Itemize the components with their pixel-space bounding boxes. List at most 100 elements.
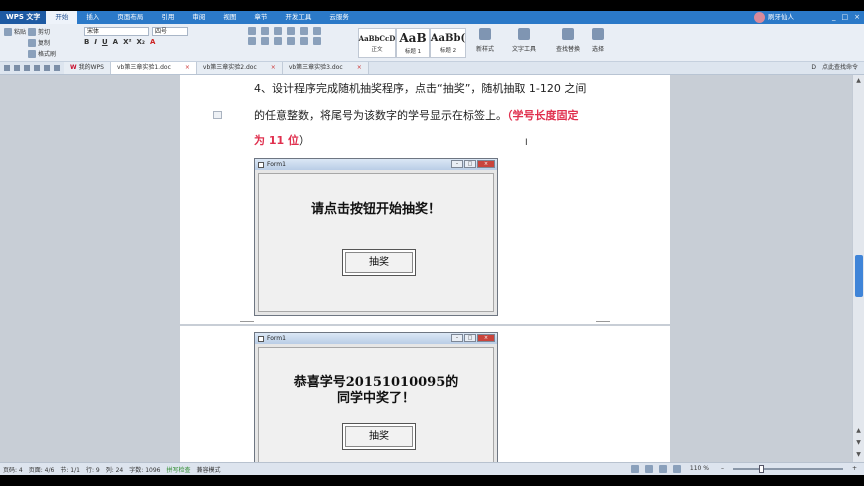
scroll-up-icon[interactable]: ▲ [853,77,864,84]
status-word-count[interactable]: 字数: 1096 [126,465,163,474]
minimize-button[interactable]: _ [832,11,836,24]
close-tab-icon[interactable]: × [185,64,190,71]
document-area[interactable]: 4、设计程序完成随机抽奖程序，点击“抽奖”，随机抽取 1-120 之间 的任意整… [0,75,852,462]
vertical-scrollbar[interactable]: ▲ ▲ ▼ ▼ [852,75,864,462]
form-client-area: 恭喜学号20151010095的 同学中奖了！ 抽奖 [258,347,494,462]
preview-icon[interactable] [34,65,40,71]
bullet-list-icon[interactable] [248,27,256,35]
form-close-icon: × [477,334,495,342]
undo-icon[interactable] [44,65,50,71]
line-spacing-icon[interactable] [300,37,308,45]
form-client-area: 请点击按钮开始抽奖！ 抽奖 [258,173,494,312]
document-page[interactable]: 4、设计程序完成随机抽奖程序，点击“抽奖”，随机抽取 1-120 之间 的任意整… [180,75,670,327]
menu-references[interactable]: 引用 [152,11,183,24]
subscript-button[interactable]: X₂ [137,38,145,46]
show-marks-icon[interactable] [313,27,321,35]
style-heading-1[interactable]: AaB 标题 1 [396,28,430,58]
justify-icon[interactable] [287,37,295,45]
command-search[interactable]: D 点此查找命令 [811,62,858,74]
form-maximize-icon: □ [464,160,476,168]
view-web-icon[interactable] [644,465,653,473]
sort-icon[interactable] [300,27,308,35]
numbered-list-icon[interactable] [261,27,269,35]
superscript-button[interactable]: X² [123,38,131,46]
text-cursor-icon: I [525,138,528,148]
select-button[interactable]: 选择 [592,28,604,53]
document-tab-strip: W 我的WPS vb第三章实验1.doc × vb第三章实验2.doc × vb第三章… [0,62,864,75]
indent-increase-icon[interactable] [287,27,295,35]
menu-home[interactable]: 开始 [46,11,78,24]
zoom-slider-knob[interactable] [758,465,764,473]
prev-page-icon[interactable]: ▲ [853,427,864,434]
close-button[interactable]: × [854,11,860,24]
save-icon[interactable] [14,65,20,71]
copy-icon [28,38,36,47]
form-window-controls: – □ × [451,334,495,342]
document-page[interactable]: Form1 – □ × 恭喜学号20151010095的 同学中奖了！ 抽奖 [180,326,670,462]
tab-doc-2[interactable]: vb第三章实验2.doc × [196,62,283,74]
view-outline-icon[interactable] [658,465,667,473]
view-page-icon[interactable] [630,465,639,473]
status-pages[interactable]: 页面: 4/6 [26,465,58,474]
cut-button[interactable]: 剪切 [28,27,56,36]
open-icon[interactable] [4,65,10,71]
indent-decrease-icon[interactable] [274,27,282,35]
font-size-select[interactable]: 四号 [152,27,188,36]
maximize-button[interactable]: □ [842,11,849,24]
question-line-1: 4、设计程序完成随机抽奖程序，点击“抽奖”，随机抽取 1-120 之间 [254,82,587,95]
shading-icon[interactable] [313,37,321,45]
style-heading-2[interactable]: AaBb( 标题 2 [430,28,466,58]
menu-cloud[interactable]: 云服务 [320,11,358,24]
close-tab-icon[interactable]: × [357,64,362,71]
form-titlebar: Form1 – □ × [255,159,497,170]
paragraph-marker-icon[interactable] [213,111,222,119]
align-center-icon[interactable] [261,37,269,45]
next-page-icon[interactable]: ▼ [853,439,864,446]
user-account[interactable]: 刷牙仙人 [754,11,794,24]
main-menu: 开始 插入 页面布局 引用 审阅 视图 章节 开发工具 云服务 [46,11,358,24]
underline-button[interactable]: U [102,38,108,46]
menu-developer[interactable]: 开发工具 [276,11,320,24]
scroll-down-icon[interactable]: ▼ [853,451,864,458]
view-read-icon[interactable] [672,465,681,473]
window-controls: _ □ × [832,11,860,24]
bold-button[interactable]: B [84,38,89,46]
style-normal[interactable]: AaBbCcD 正文 [358,28,396,58]
tab-my-wps[interactable]: W 我的WPS [64,62,111,74]
align-left-icon[interactable] [248,37,256,45]
menu-view[interactable]: 视图 [214,11,245,24]
scroll-thumb[interactable] [855,255,863,297]
font-name-select[interactable]: 宋体 [84,27,149,36]
redo-icon[interactable] [54,65,60,71]
font-color-button[interactable]: A [150,38,155,46]
print-icon[interactable] [24,65,30,71]
close-tab-icon[interactable]: × [271,64,276,71]
zoom-slider[interactable] [732,465,843,473]
zoom-in-icon[interactable]: + [849,463,860,475]
menu-review[interactable]: 审阅 [183,11,214,24]
spell-check-toggle[interactable]: 拼写检查 [163,465,193,474]
menu-page-layout[interactable]: 页面布局 [108,11,152,24]
menu-chapter[interactable]: 章节 [245,11,276,24]
text-tools-button[interactable]: 文字工具 [512,28,536,53]
status-bar: 页码: 4 页面: 4/6 节: 1/1 行: 9 列: 24 字数: 1096… [0,462,864,475]
menu-insert[interactable]: 插入 [77,11,108,24]
tab-doc-3[interactable]: vb第三章实验3.doc × [282,62,369,74]
find-replace-button[interactable]: 查找替换 [556,28,580,53]
status-section: 节: 1/1 [60,466,80,474]
format-painter-button[interactable]: 格式刷 [28,49,56,58]
new-style-button[interactable]: 新样式 [476,28,494,53]
clipboard-group: 粘贴 [4,27,26,36]
app-logo[interactable]: WPS 文字 [0,11,47,24]
strikethrough-button[interactable]: A [113,38,118,46]
prompt-label: 请点击按钮开始抽奖！ [310,202,441,217]
zoom-level[interactable]: 110 % [687,463,712,475]
compat-mode: 兼容模式 [196,466,221,474]
zoom-out-icon[interactable]: – [718,463,727,475]
tab-doc-1[interactable]: vb第三章实验1.doc × [111,62,197,74]
vb-form-screenshot: Form1 – □ × 请点击按钮开始抽奖！ 抽奖 [254,158,498,316]
italic-button[interactable]: I [94,38,97,46]
paste-button[interactable]: 粘贴 [4,27,26,36]
align-right-icon[interactable] [274,37,282,45]
copy-button[interactable]: 复制 [28,38,56,47]
